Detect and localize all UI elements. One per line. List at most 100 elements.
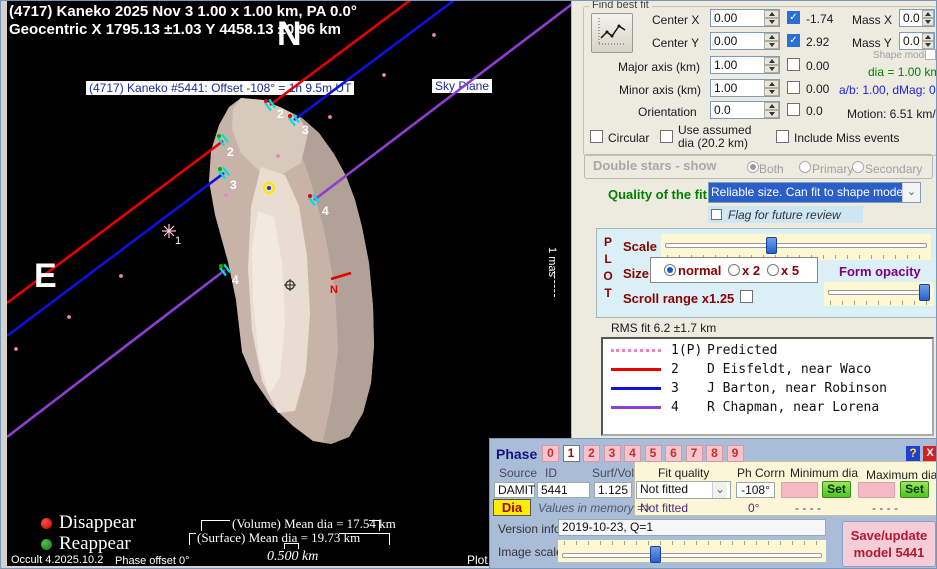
- phase-tab-1[interactable]: 1: [563, 445, 580, 462]
- phase-tab-6[interactable]: 6: [665, 445, 682, 462]
- save-update-model-button[interactable]: Save/update model 5441: [842, 521, 936, 567]
- size-radio-normal[interactable]: [664, 264, 676, 276]
- status-version: Occult 4.2025.10.2: [11, 554, 103, 566]
- phase-tab-4[interactable]: 4: [624, 445, 641, 462]
- rms-fit-label: RMS fit 6.2 ±1.7 km: [611, 321, 716, 335]
- center-x-checkbox[interactable]: [787, 11, 800, 24]
- mass-x-label: Mass X: [852, 13, 892, 27]
- major-axis-checkbox[interactable]: [787, 58, 800, 71]
- mass-x-spinner[interactable]: [922, 10, 934, 26]
- phase-tab-8[interactable]: 8: [706, 445, 723, 462]
- legend-chord-number: 3: [671, 381, 679, 396]
- mass-x-field[interactable]: 0.0: [899, 9, 935, 27]
- svg-text:2: 2: [227, 145, 234, 159]
- double-stars-radio-both[interactable]: [747, 161, 759, 173]
- center-x-spinner[interactable]: [764, 10, 779, 26]
- find-best-fit-button[interactable]: [591, 13, 633, 53]
- minimum-dia-field[interactable]: [781, 482, 818, 498]
- orientation-spinner[interactable]: [764, 102, 779, 118]
- observer-legend-list: 1(P)Predicted2D Eisfeldt, near Waco3J Ba…: [601, 337, 934, 436]
- center-x-value[interactable]: 0.00: [711, 10, 764, 26]
- close-button[interactable]: X: [923, 446, 937, 461]
- orientation-checkbox[interactable]: [787, 103, 800, 116]
- use-assumed-dia-checkbox[interactable]: [660, 130, 673, 143]
- phase-tab-0[interactable]: 0: [542, 445, 559, 462]
- center-y-label: Center Y: [652, 36, 699, 50]
- phase-window: Phase ? X Source ID Surf/Vol Fit quality…: [489, 438, 937, 569]
- double-stars-radio-primary[interactable]: [799, 161, 811, 173]
- version-info-label: Version info: [498, 522, 561, 536]
- dia-info-text: dia = 1.00 km: [868, 65, 937, 79]
- center-x-field[interactable]: 0.00: [710, 9, 780, 27]
- model-id-field[interactable]: 5441: [537, 482, 590, 498]
- center-y-spinner[interactable]: [764, 33, 779, 49]
- include-miss-events-label: Include Miss events: [794, 131, 899, 145]
- major-axis-field[interactable]: 1.00: [710, 56, 780, 74]
- mass-y-spinner[interactable]: [922, 33, 934, 49]
- circular-checkbox[interactable]: [590, 130, 603, 143]
- dia-button[interactable]: Dia: [493, 499, 531, 516]
- size-radio-x2[interactable]: [728, 264, 740, 276]
- use-assumed-label-line1: Use assumed: [678, 123, 751, 137]
- phase-tab-7[interactable]: 7: [686, 445, 703, 462]
- fit-quality-dropdown[interactable]: Not fitted ⌄: [636, 481, 731, 499]
- phase-tab-3[interactable]: 3: [604, 445, 621, 462]
- legend-observer-name: Predicted: [707, 343, 777, 358]
- set-maximum-button[interactable]: Set: [900, 481, 929, 498]
- include-miss-events-checkbox[interactable]: [776, 130, 789, 143]
- help-button[interactable]: ?: [906, 446, 920, 461]
- scale-slider-thumb[interactable]: [766, 237, 777, 254]
- center-y-value[interactable]: 0.00: [711, 33, 764, 49]
- center-y-field[interactable]: 0.00: [710, 32, 780, 50]
- mass-x-value[interactable]: 0.0: [900, 10, 922, 26]
- minor-axis-field[interactable]: 1.00: [710, 79, 780, 97]
- chevron-down-icon[interactable]: ⌄: [902, 183, 920, 202]
- image-scale-thumb[interactable]: [650, 546, 661, 563]
- source-field[interactable]: DAMIT: [494, 482, 535, 498]
- scroll-range-label: Scroll range x1.25: [623, 291, 734, 306]
- find-best-fit-title: Find best fit: [589, 0, 652, 11]
- version-info-field[interactable]: 2019-10-23, Q=1: [558, 519, 826, 536]
- phase-tab-2[interactable]: 2: [583, 445, 600, 462]
- sky-plane-canvas[interactable]: 1223344N: [7, 1, 571, 567]
- chevron-down-icon[interactable]: ⌄: [712, 482, 727, 498]
- ph-corr-field[interactable]: -108°: [736, 482, 775, 498]
- major-axis-value[interactable]: 1.00: [711, 57, 764, 73]
- orientation-field[interactable]: 0.0: [710, 101, 780, 119]
- minor-axis-fit-value: 0.00: [806, 82, 829, 96]
- svg-text:3: 3: [230, 178, 237, 192]
- size-option-label: normal: [678, 263, 721, 278]
- minor-axis-checkbox[interactable]: [787, 81, 800, 94]
- center-y-checkbox[interactable]: [787, 34, 800, 47]
- disappear-label: Disappear: [59, 512, 136, 534]
- mass-y-field[interactable]: 0.0: [899, 32, 935, 50]
- orientation-value[interactable]: 0.0: [711, 102, 764, 118]
- quality-of-fit-dropdown[interactable]: Reliable size. Can fit to shape models ⌄: [708, 182, 921, 203]
- phase-tab-9[interactable]: 9: [727, 445, 744, 462]
- size-radio-x5[interactable]: [767, 264, 779, 276]
- double-stars-option-label: Secondary: [865, 162, 922, 176]
- minor-axis-value[interactable]: 1.00: [711, 80, 764, 96]
- flag-review-checkbox[interactable]: [711, 209, 722, 220]
- mass-y-value[interactable]: 0.0: [900, 33, 922, 49]
- major-axis-spinner[interactable]: [764, 57, 779, 73]
- mass-y-label: Mass Y: [852, 36, 892, 50]
- image-scale-slider[interactable]: [558, 540, 826, 562]
- double-stars-radio-secondary[interactable]: [852, 161, 864, 173]
- set-minimum-button[interactable]: Set: [822, 481, 851, 498]
- form-opacity-groove: [828, 290, 930, 295]
- form-opacity-slider[interactable]: [824, 282, 934, 306]
- memory-minimum-dia: - - - -: [795, 501, 821, 515]
- legend-observer-name: D Eisfeldt, near Waco: [707, 362, 871, 377]
- form-opacity-thumb[interactable]: [919, 284, 930, 301]
- svg-text:3: 3: [302, 123, 309, 137]
- surfvol-field[interactable]: 1.125: [594, 482, 632, 498]
- scroll-range-checkbox[interactable]: [740, 290, 753, 303]
- center-x-label: Center X: [652, 13, 699, 27]
- phase-tab-5[interactable]: 5: [645, 445, 662, 462]
- shape-model-checkbox[interactable]: [925, 49, 936, 60]
- minor-axis-spinner[interactable]: [764, 80, 779, 96]
- maximum-dia-field[interactable]: [858, 482, 895, 498]
- surface-bracket-left: [189, 533, 196, 545]
- svg-text:2: 2: [277, 107, 284, 121]
